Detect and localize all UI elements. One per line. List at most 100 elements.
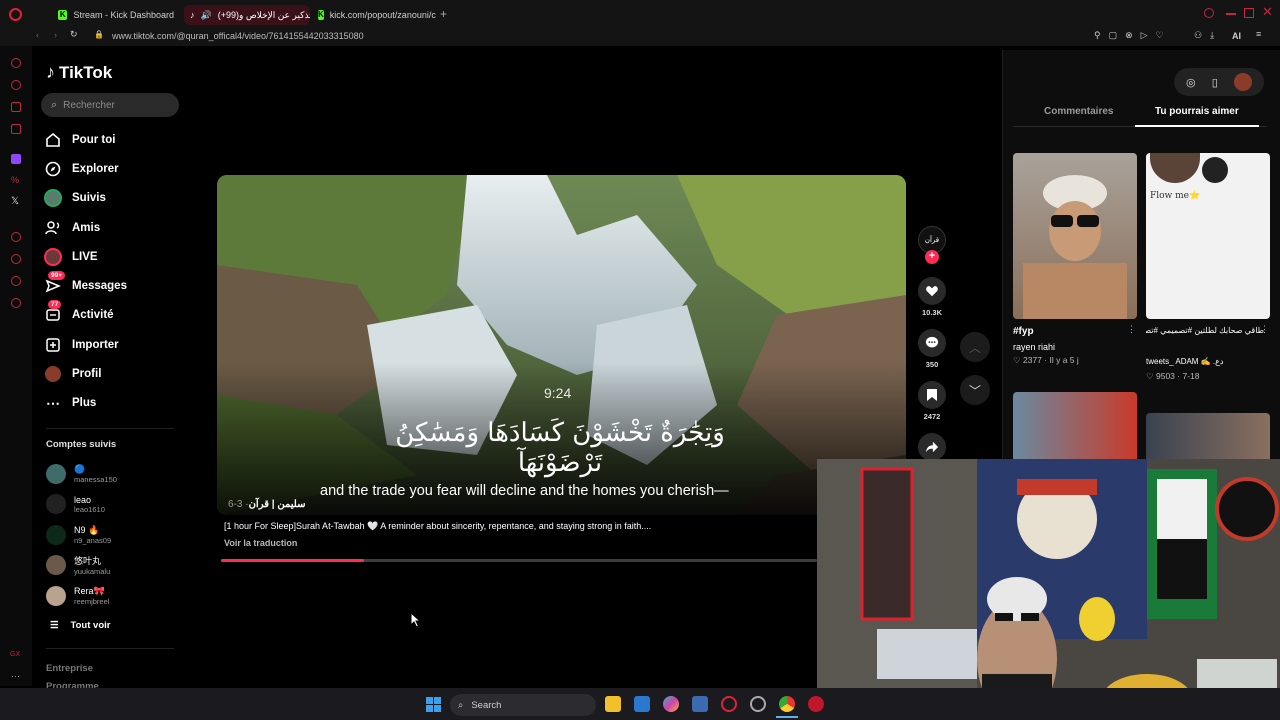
rail-icon-4[interactable]: [11, 124, 21, 134]
taskbar-search[interactable]: ⌕ Search: [450, 694, 596, 716]
search-input[interactable]: ⌕ Rechercher: [41, 93, 179, 117]
rail-percent-icon[interactable]: %: [11, 175, 19, 185]
back-icon[interactable]: ‹: [36, 30, 39, 40]
comment-button[interactable]: 350: [918, 329, 946, 369]
account-handle: reemjbreel: [74, 597, 110, 606]
twitch-icon[interactable]: [11, 154, 21, 164]
avatar-text: قرآن: [924, 237, 940, 244]
followed-account[interactable]: leao leao1610: [46, 491, 105, 517]
card-likes: 2377: [1023, 355, 1042, 365]
suggested-video-card[interactable]: Flow me⭐: [1146, 153, 1270, 319]
previous-video-button[interactable]: ︿: [960, 332, 990, 362]
maximize-icon[interactable]: [1244, 8, 1254, 18]
rail-icon-6[interactable]: [11, 276, 21, 286]
nav-label: Explorer: [72, 163, 119, 175]
toolbar-icons[interactable]: ⚇⤓: [1194, 30, 1222, 41]
footer-link-entreprise[interactable]: Entreprise: [46, 663, 93, 674]
close-window-icon[interactable]: ✕: [1262, 4, 1273, 20]
menu-icon[interactable]: ≡: [1256, 29, 1261, 39]
history-icon[interactable]: [11, 254, 21, 264]
nav-profil[interactable]: Profil: [44, 363, 101, 385]
see-translation-link[interactable]: Voir la traduction: [224, 538, 297, 548]
nav-label: Messages: [72, 280, 127, 292]
suggested-video-card[interactable]: [1013, 392, 1137, 462]
card-author[interactable]: tweets_ ADAM ✍️ .دع: [1146, 357, 1264, 366]
search-icon: ⌕: [51, 98, 58, 111]
chrome-icon[interactable]: [779, 696, 795, 712]
file-explorer-icon[interactable]: [605, 696, 621, 712]
new-tab-button[interactable]: +: [440, 7, 447, 21]
minimize-icon[interactable]: [1226, 13, 1236, 15]
url-field[interactable]: www.tiktok.com/@quran_offical4/video/761…: [112, 31, 364, 41]
card-more-icon[interactable]: ⋮: [1127, 324, 1136, 335]
tab-tiktok-video[interactable]: ♪ 🔊 (+99)اتذكير عن الإخلاص و: [184, 5, 310, 25]
suggested-video-card[interactable]: [1013, 153, 1137, 319]
nav-plus[interactable]: ⋯ Plus: [44, 392, 96, 414]
copilot-icon[interactable]: [663, 696, 679, 712]
phone-icon[interactable]: ▯: [1212, 76, 1218, 89]
video-author[interactable]: سليمن | قرآن· 3-6: [224, 499, 305, 510]
tab-kick-dashboard[interactable]: K Stream - Kick Dashboard: [52, 5, 180, 25]
extension-icons[interactable]: ⚲▢⊗▷♡: [1094, 30, 1172, 41]
windows-start-icon[interactable]: [426, 697, 441, 712]
opera-gx-icon[interactable]: [721, 696, 737, 712]
rail-icon-2[interactable]: [11, 80, 21, 90]
nav-live[interactable]: LIVE: [44, 246, 98, 268]
share-button[interactable]: [918, 433, 946, 461]
forward-icon[interactable]: ›: [54, 30, 57, 40]
following-title: Comptes suivis: [46, 439, 117, 450]
author-name: سليمن | قرآن: [248, 499, 306, 510]
rail-icon-5[interactable]: [11, 232, 21, 242]
ai-button[interactable]: AI: [1232, 31, 1241, 41]
nav-importer[interactable]: Importer: [44, 334, 119, 356]
card-author[interactable]: rayen riahi: [1013, 342, 1137, 352]
like-button[interactable]: 10.3K: [918, 277, 946, 317]
rail-more-icon[interactable]: ⋯: [11, 671, 20, 682]
next-video-button[interactable]: ﹀: [960, 375, 990, 405]
reload-icon[interactable]: ↻: [70, 29, 78, 40]
followed-account[interactable]: 悠叶丸 yuukamalu: [46, 552, 110, 578]
settings-icon[interactable]: [11, 298, 21, 308]
nav-pour-toi[interactable]: Pour toi: [44, 129, 115, 151]
save-count: 2472: [923, 412, 941, 421]
tab-you-might-like[interactable]: Tu pourrais aimer: [1155, 106, 1239, 117]
see-all-label: Tout voir: [70, 620, 111, 631]
suggested-video-card[interactable]: [1146, 413, 1270, 463]
video-progress-fill: [221, 559, 365, 562]
nav-explorer[interactable]: Explorer: [44, 158, 119, 180]
opera-icon[interactable]: [808, 696, 824, 712]
follow-plus-icon[interactable]: +: [925, 250, 939, 264]
rail-gx-icon[interactable]: GX: [10, 651, 20, 658]
x-icon[interactable]: 𝕏: [11, 196, 19, 207]
store-icon[interactable]: [634, 696, 650, 712]
tiktok-logo[interactable]: ♪ TikTok: [46, 62, 112, 83]
nav-suivis[interactable]: Suivis: [44, 187, 106, 209]
followed-account[interactable]: N9 🔥 n9_anas09: [46, 522, 111, 548]
nav-label: Plus: [72, 397, 97, 409]
calculator-icon[interactable]: [692, 696, 708, 712]
nav-activite[interactable]: 77 Activité: [44, 300, 114, 326]
see-all-link[interactable]: ☰ Tout voir: [50, 620, 110, 631]
search-tabs-icon[interactable]: [1204, 8, 1214, 18]
nav-amis[interactable]: Amis: [44, 217, 100, 239]
steam-icon[interactable]: [750, 696, 766, 712]
speaker-icon[interactable]: 🔊: [201, 10, 212, 21]
rail-icon-1[interactable]: [11, 58, 21, 68]
nav-messages[interactable]: 99+ Messages: [44, 271, 127, 297]
opera-logo-icon[interactable]: [9, 8, 22, 21]
top-actions: ◎ ▯: [1174, 68, 1264, 96]
creator-avatar-button[interactable]: قرآن +: [918, 226, 946, 264]
rail-icon-3[interactable]: [11, 102, 21, 112]
account-handle: manessa150: [74, 475, 117, 484]
tab-kick-popout[interactable]: K kick.com/popout/zanouni/c: [312, 5, 436, 25]
bookmark-button[interactable]: 2472: [918, 381, 946, 421]
video-timer: 9:24: [544, 385, 572, 401]
followed-account[interactable]: 🔵 manessa150: [46, 461, 117, 487]
followed-account[interactable]: Rera🎀 reemjbreel: [46, 583, 109, 609]
card-more-icon[interactable]: ⋮: [1260, 324, 1269, 335]
kick-icon: K: [318, 10, 324, 20]
tab-comments[interactable]: Commentaires: [1044, 106, 1113, 117]
compass-icon[interactable]: ◎: [1186, 76, 1196, 89]
video-progress-bar[interactable]: [221, 559, 817, 562]
user-avatar[interactable]: [1233, 73, 1252, 91]
